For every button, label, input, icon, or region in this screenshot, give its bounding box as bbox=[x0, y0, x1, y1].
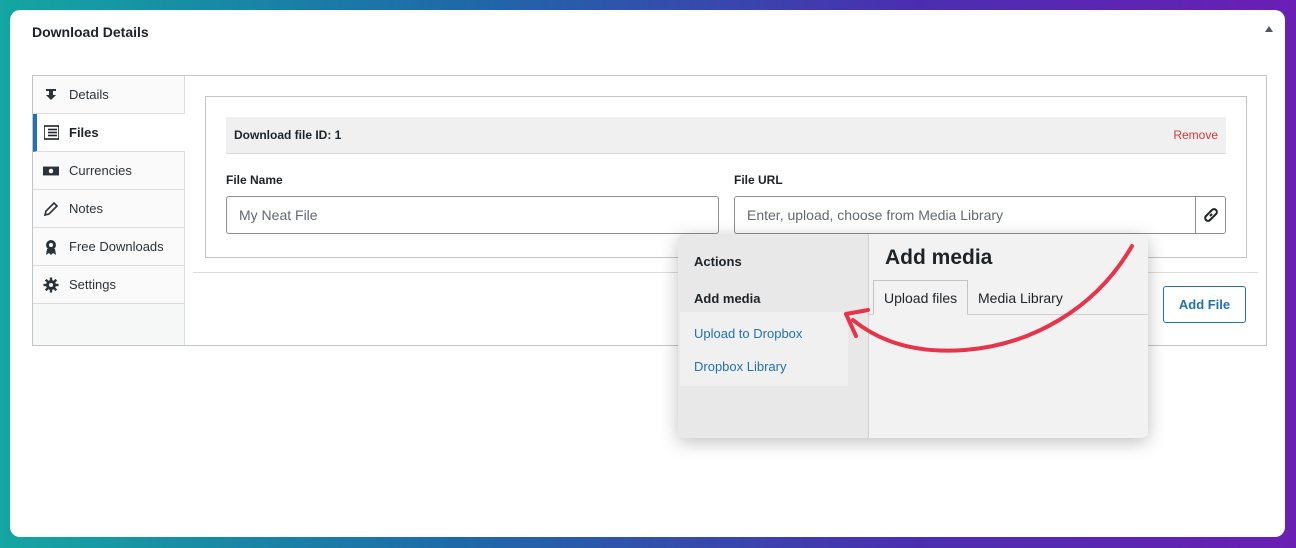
collapse-toggle-icon[interactable] bbox=[1265, 26, 1273, 32]
link-icon[interactable] bbox=[1195, 196, 1226, 234]
add-media-popup: Actions Add media Upload to Dropbox Drop… bbox=[678, 234, 1148, 438]
remove-link[interactable]: Remove bbox=[1173, 128, 1218, 142]
tab-label: Files bbox=[69, 125, 99, 140]
media-title: Add media bbox=[885, 246, 993, 269]
tab-label: Details bbox=[69, 87, 109, 102]
add-media-item[interactable]: Add media bbox=[694, 291, 760, 306]
tab-details[interactable]: Details bbox=[33, 76, 184, 114]
tab-settings[interactable]: Settings bbox=[33, 266, 184, 304]
file-header: Download file ID: 1 Remove bbox=[226, 117, 1226, 154]
tab-currencies[interactable]: Currencies bbox=[33, 152, 184, 190]
upload-to-dropbox-link[interactable]: Upload to Dropbox bbox=[694, 326, 802, 341]
file-url-label: File URL bbox=[734, 173, 783, 187]
media-main: Add media Upload files Media Library bbox=[869, 234, 1148, 438]
file-name-input[interactable]: My Neat File bbox=[226, 196, 719, 234]
file-id-label: Download file ID: 1 bbox=[234, 128, 342, 142]
list-icon bbox=[43, 125, 59, 141]
tab-notes[interactable]: Notes bbox=[33, 190, 184, 228]
add-file-button[interactable]: Add File bbox=[1163, 286, 1246, 323]
tab-files[interactable]: Files bbox=[33, 114, 185, 152]
tab-label: Notes bbox=[69, 201, 103, 216]
tab-free-downloads[interactable]: Free Downloads bbox=[33, 228, 184, 266]
money-icon bbox=[43, 163, 59, 179]
download-details-card: Download Details Details Files Currencie… bbox=[10, 10, 1285, 537]
dropbox-library-link[interactable]: Dropbox Library bbox=[694, 359, 787, 374]
download-icon bbox=[43, 87, 59, 103]
tab-media-library[interactable]: Media Library bbox=[968, 280, 1073, 315]
dropbox-menu: Upload to Dropbox Dropbox Library bbox=[680, 312, 848, 386]
tab-label: Currencies bbox=[69, 163, 132, 178]
file-url-input[interactable]: Enter, upload, choose from Media Library bbox=[734, 196, 1196, 234]
tab-label: Settings bbox=[69, 277, 116, 292]
pencil-icon bbox=[43, 201, 59, 217]
panel-title: Download Details bbox=[32, 24, 149, 40]
tab-label: Free Downloads bbox=[69, 239, 164, 254]
gear-icon bbox=[43, 277, 59, 293]
file-name-label: File Name bbox=[226, 173, 283, 187]
settings-tabs: Details Files Currencies Notes Free Down… bbox=[33, 76, 185, 345]
actions-sidebar: Actions Add media Upload to Dropbox Drop… bbox=[678, 234, 869, 438]
tab-upload-files[interactable]: Upload files bbox=[873, 280, 969, 315]
actions-heading: Actions bbox=[694, 254, 742, 269]
award-icon bbox=[43, 239, 59, 255]
